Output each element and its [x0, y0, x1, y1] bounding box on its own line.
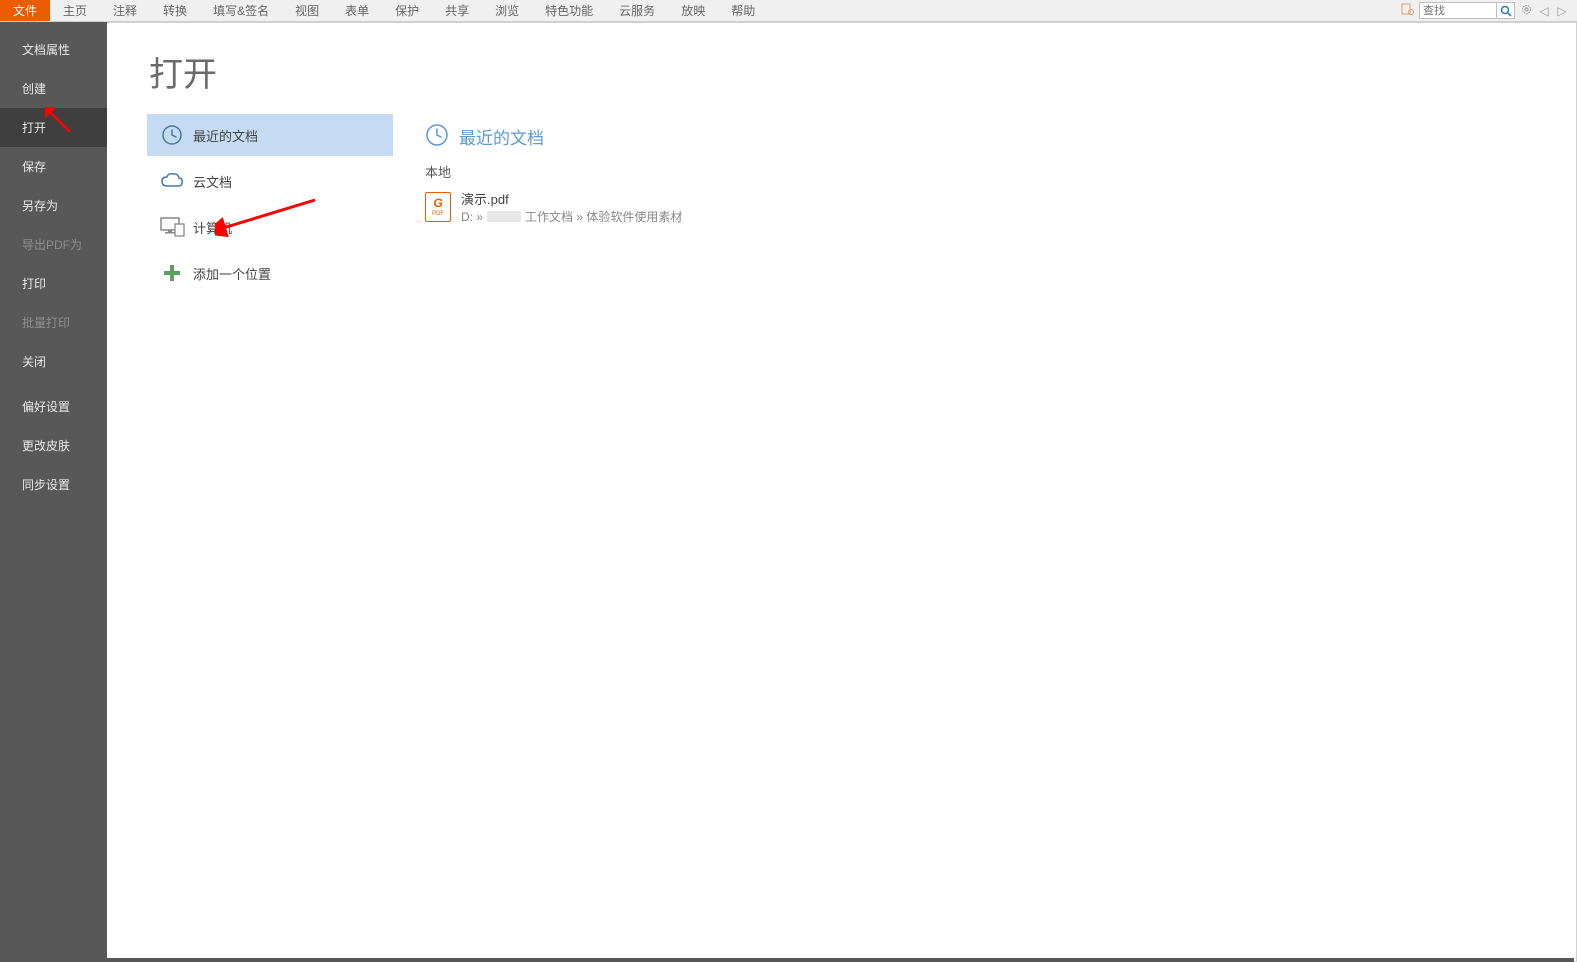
content-panel: 打开 最近的文档 云文档: [107, 22, 1577, 962]
open-locations-panel: 打开 最近的文档 云文档: [107, 23, 393, 961]
top-right-controls: ◁ ▷: [1401, 0, 1577, 21]
locations-list: 最近的文档 云文档 计算机: [107, 114, 393, 294]
search-box: [1419, 2, 1515, 20]
top-menu-bar: 文件 主页 注释 转换 填写&签名 视图 表单 保护 共享 浏览 特色功能 云服…: [0, 0, 1577, 22]
sidebar-item-create[interactable]: 创建: [0, 69, 107, 108]
sidebar-item-doc-props[interactable]: 文档属性: [0, 30, 107, 69]
search-input[interactable]: [1419, 2, 1497, 19]
plus-icon: [159, 260, 185, 286]
status-bar: [107, 958, 1574, 962]
menu-protect[interactable]: 保护: [382, 0, 432, 21]
sidebar-item-export-pdf[interactable]: 导出PDF为: [0, 225, 107, 264]
cloud-icon: [159, 168, 185, 194]
search-icon: [1500, 5, 1512, 17]
main-area: 文档属性 创建 打开 保存 另存为 导出PDF为 打印 批量打印 关闭 偏好设置…: [0, 22, 1577, 962]
clock-icon: [159, 122, 185, 148]
sidebar-item-save[interactable]: 保存: [0, 147, 107, 186]
location-label: 云文档: [193, 172, 232, 191]
location-computer[interactable]: 计算机: [147, 206, 393, 248]
nav-prev-icon[interactable]: ◁: [1537, 4, 1551, 18]
location-add[interactable]: 添加一个位置: [147, 252, 393, 294]
sidebar-item-close[interactable]: 关闭: [0, 342, 107, 381]
menu-cloud[interactable]: 云服务: [606, 0, 668, 21]
menu-slideshow[interactable]: 放映: [668, 0, 718, 21]
file-path: D: » 工作文档 » 体验软件使用素材: [461, 208, 682, 225]
recent-files-panel: 最近的文档 本地 G PDF 演示.pdf D: » 工作文档 » 体验软件使用…: [393, 23, 1576, 961]
redacted-segment: [487, 211, 521, 222]
menu-share[interactable]: 共享: [432, 0, 482, 21]
location-label: 最近的文档: [193, 126, 258, 145]
menu-convert[interactable]: 转换: [150, 0, 200, 21]
page-title: 打开: [107, 47, 393, 110]
menu-view[interactable]: 视图: [282, 0, 332, 21]
recent-title: 最近的文档: [459, 124, 544, 149]
sidebar-item-sync-settings[interactable]: 同步设置: [0, 465, 107, 504]
menu-browse[interactable]: 浏览: [482, 0, 532, 21]
menu-home[interactable]: 主页: [50, 0, 100, 21]
recent-header: 最近的文档: [425, 123, 1576, 150]
sidebar-item-open[interactable]: 打开: [0, 108, 107, 147]
sidebar-item-save-as[interactable]: 另存为: [0, 186, 107, 225]
menu-help[interactable]: 帮助: [718, 0, 768, 21]
search-button[interactable]: [1497, 2, 1515, 19]
file-row[interactable]: G PDF 演示.pdf D: » 工作文档 » 体验软件使用素材: [425, 187, 1576, 227]
location-recent[interactable]: 最近的文档: [147, 114, 393, 156]
nav-next-icon[interactable]: ▷: [1555, 4, 1569, 18]
advanced-search-icon[interactable]: [1401, 2, 1415, 19]
sidebar: 文档属性 创建 打开 保存 另存为 导出PDF为 打印 批量打印 关闭 偏好设置…: [0, 22, 107, 962]
menu-file[interactable]: 文件: [0, 0, 50, 21]
menu-form[interactable]: 表单: [332, 0, 382, 21]
file-info: 演示.pdf D: » 工作文档 » 体验软件使用素材: [461, 189, 682, 225]
pdf-file-icon: G PDF: [425, 192, 451, 222]
location-label: 添加一个位置: [193, 264, 271, 283]
computer-icon: [159, 214, 185, 240]
gear-icon[interactable]: [1519, 3, 1533, 19]
sidebar-item-change-skin[interactable]: 更改皮肤: [0, 426, 107, 465]
sidebar-item-batch-print[interactable]: 批量打印: [0, 303, 107, 342]
menu-fill-sign[interactable]: 填写&签名: [200, 0, 282, 21]
location-cloud[interactable]: 云文档: [147, 160, 393, 202]
menu-feature[interactable]: 特色功能: [532, 0, 606, 21]
file-name: 演示.pdf: [461, 189, 682, 208]
clock-icon: [425, 123, 449, 150]
location-label: 计算机: [193, 218, 232, 237]
section-label-local: 本地: [425, 162, 1576, 181]
sidebar-item-preferences[interactable]: 偏好设置: [0, 387, 107, 426]
sidebar-item-print[interactable]: 打印: [0, 264, 107, 303]
menu-comment[interactable]: 注释: [100, 0, 150, 21]
